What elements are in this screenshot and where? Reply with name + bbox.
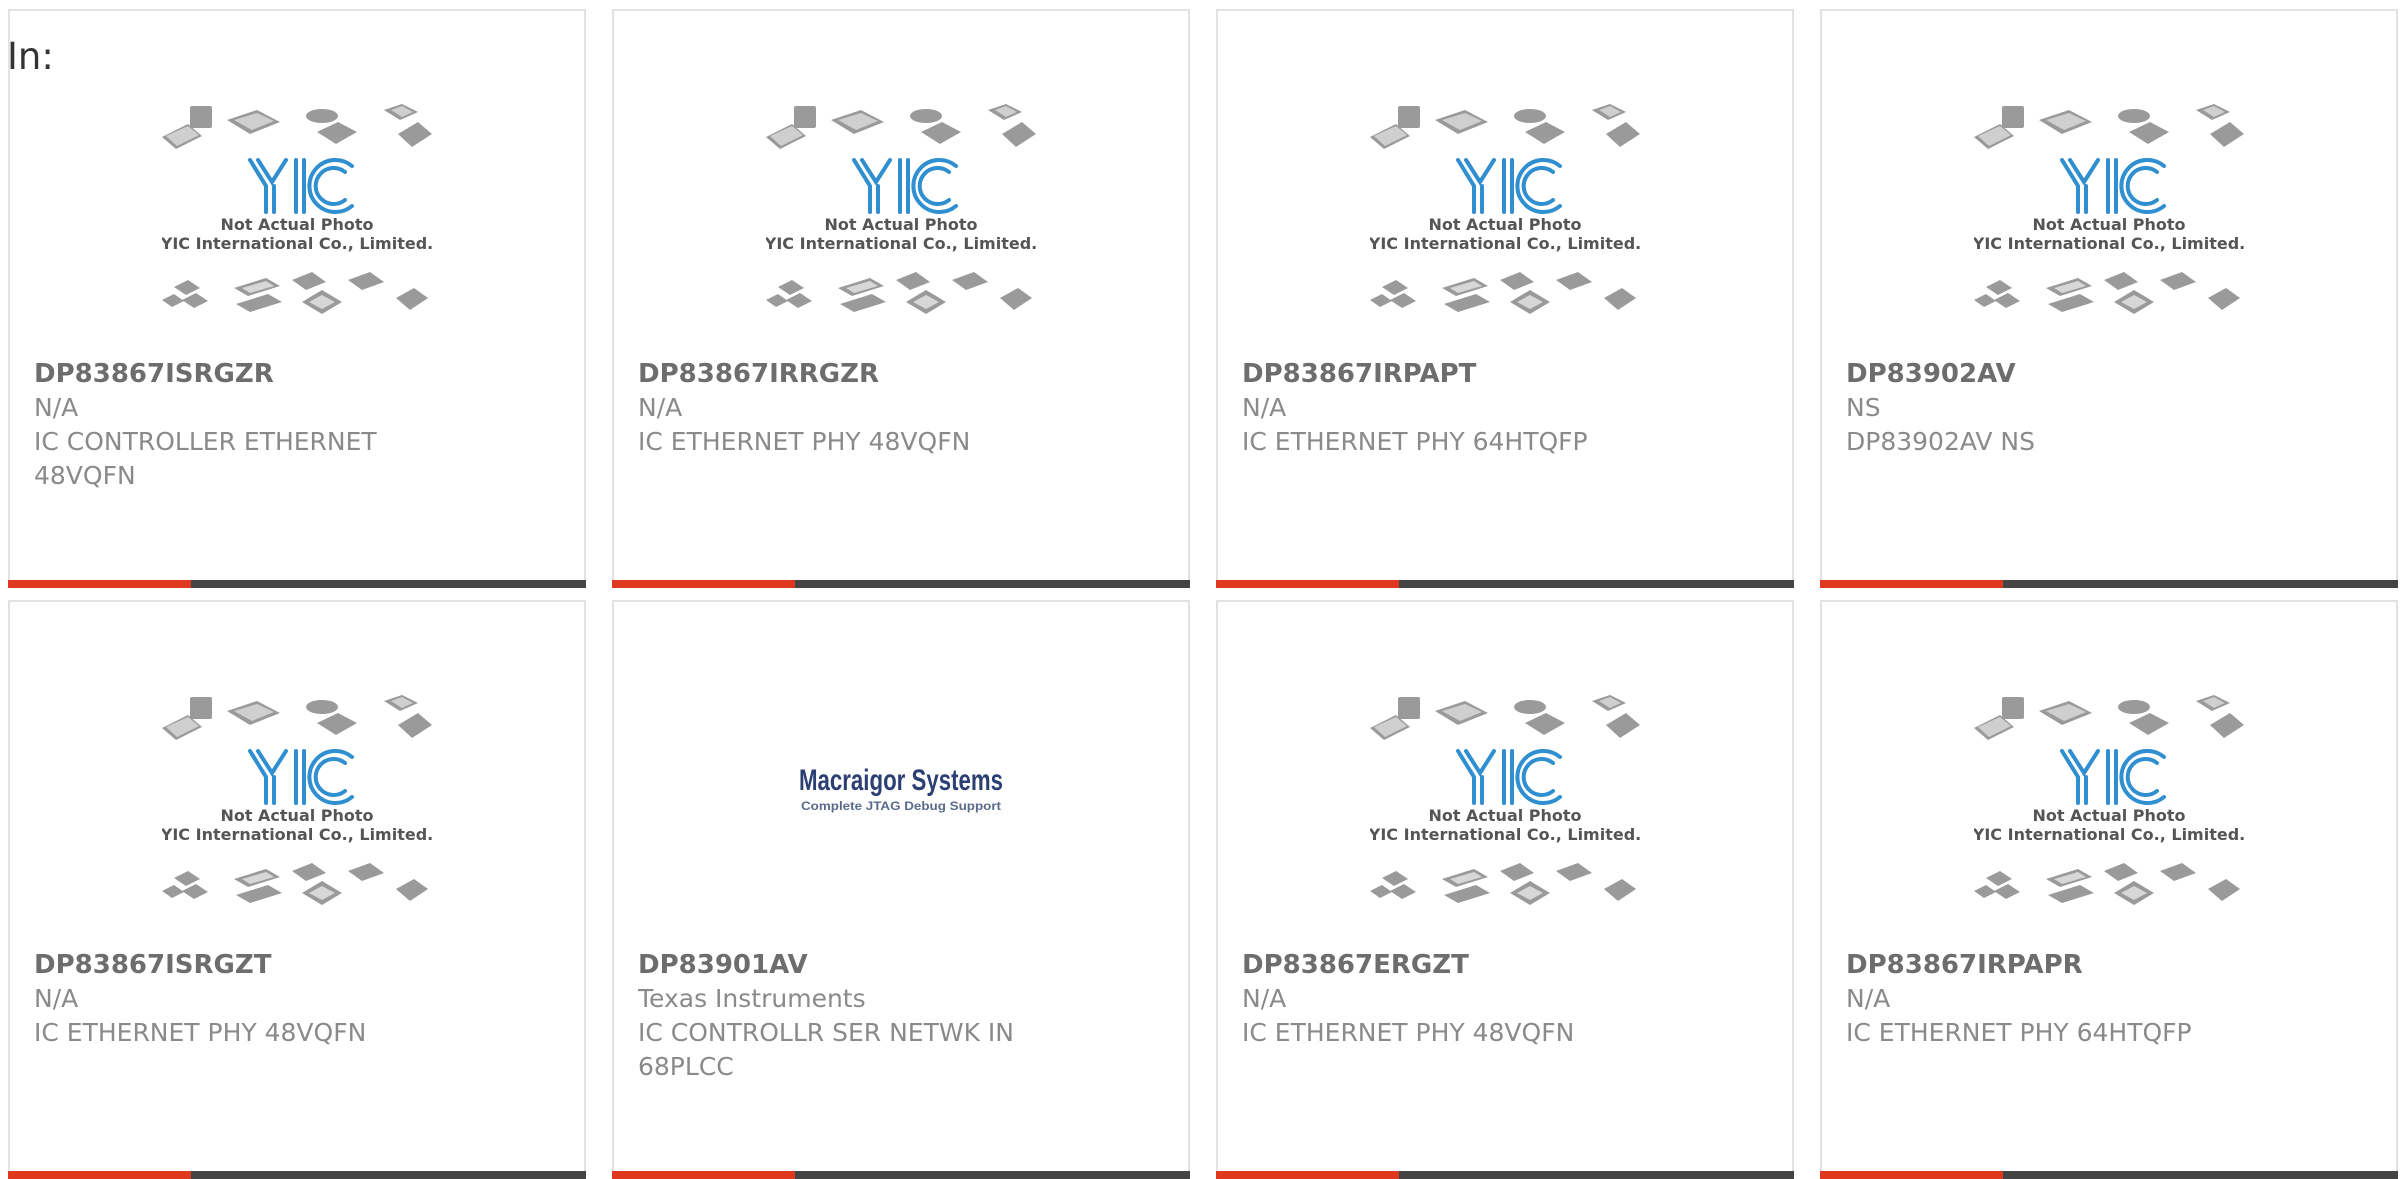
product-description: DP83902AV NS — [1846, 427, 2035, 456]
placeholder-caption-line2: YIC International Co., Limited. — [1974, 234, 2244, 253]
card-footer-bar — [1820, 1171, 2398, 1179]
card-footer-accent — [1216, 580, 1399, 588]
in-label: In: — [7, 35, 54, 78]
card-footer-bar — [8, 580, 586, 588]
product-placeholder-image: Not Actual Photo YIC International Co., … — [162, 104, 432, 314]
product-info: DP83901AV Texas Instruments IC CONTROLLR S… — [638, 948, 1164, 1084]
card-footer-accent — [612, 1171, 795, 1179]
product-part-number[interactable]: DP83867ISRGZR — [34, 357, 560, 391]
product-part-number[interactable]: DP83867ISRGZT — [34, 948, 560, 982]
product-card[interactable]: Not Actual Photo YIC International Co., … — [1216, 600, 1794, 1179]
card-footer-bar — [612, 580, 1190, 588]
macraigor-title: Macraigor Systems — [799, 764, 1003, 797]
product-description: IC CONTROLLER ETHERNET 48VQFN — [34, 427, 377, 490]
card-footer-accent — [8, 580, 191, 588]
card-footer-bar — [1820, 580, 2398, 588]
placeholder-caption-line1: Not Actual Photo — [220, 215, 373, 234]
product-manufacturer: NS — [1846, 393, 1881, 422]
product-card[interactable]: Not Actual Photo YIC International Co., … — [1216, 9, 1794, 588]
card-footer-bar — [612, 1171, 1190, 1179]
card-footer-bar — [1216, 580, 1794, 588]
product-info: DP83867IRPAPR N/A IC ETHERNET PHY 64HTQFP — [1846, 948, 2372, 1050]
product-placeholder-image: Not Actual Photo YIC International Co., … — [766, 104, 1036, 314]
product-description: IC ETHERNET PHY 48VQFN — [34, 1018, 367, 1047]
product-manufacturer: N/A — [34, 393, 79, 422]
product-placeholder-image: Not Actual Photo YIC International Co., … — [162, 695, 432, 905]
product-manufacturer: N/A — [34, 984, 79, 1013]
product-image[interactable]: Macraigor Systems Complete JTAG Debug Su… — [614, 662, 1188, 917]
product-placeholder-image: Not Actual Photo YIC International Co., … — [1974, 104, 2244, 314]
product-description: IC ETHERNET PHY 48VQFN — [1242, 1018, 1575, 1047]
product-info: DP83867ERGZT N/A IC ETHERNET PHY 48VQFN — [1242, 948, 1768, 1050]
product-card[interactable]: Macraigor Systems Complete JTAG Debug Su… — [612, 600, 1190, 1179]
product-manufacturer: N/A — [1242, 393, 1287, 422]
product-info: DP83867IRRGZR N/A IC ETHERNET PHY 48VQFN — [638, 357, 1164, 459]
product-part-number[interactable]: DP83867IRPAPR — [1846, 948, 2372, 982]
placeholder-caption-line1: Not Actual Photo — [1428, 215, 1581, 234]
product-description: IC ETHERNET PHY 64HTQFP — [1242, 427, 1588, 456]
macraigor-logo: Macraigor Systems Complete JTAG Debug Su… — [799, 764, 1003, 813]
product-part-number[interactable]: DP83867ERGZT — [1242, 948, 1768, 982]
product-part-number[interactable]: DP83867IRRGZR — [638, 357, 1164, 391]
placeholder-caption-line2: YIC International Co., Limited. — [1370, 825, 1640, 844]
card-footer-accent — [1820, 580, 2003, 588]
placeholder-caption-line2: YIC International Co., Limited. — [1370, 234, 1640, 253]
product-image[interactable]: Not Actual Photo YIC International Co., … — [1218, 688, 1792, 943]
card-footer-bar — [1216, 1171, 1794, 1179]
product-info: DP83867IRPAPT N/A IC ETHERNET PHY 64HTQFP — [1242, 357, 1768, 459]
product-info: DP83867ISRGZR N/A IC CONTROLLER ETHERNET 4… — [34, 357, 560, 493]
placeholder-caption-line1: Not Actual Photo — [824, 215, 977, 234]
macraigor-tagline: Complete JTAG Debug Support — [801, 799, 1001, 813]
product-card[interactable]: Not Actual Photo YIC International Co., … — [612, 9, 1190, 588]
product-manufacturer: N/A — [638, 393, 683, 422]
placeholder-caption-line2: YIC International Co., Limited. — [162, 825, 432, 844]
product-manufacturer: N/A — [1846, 984, 1891, 1013]
product-manufacturer: N/A — [1242, 984, 1287, 1013]
placeholder-caption-line1: Not Actual Photo — [1428, 806, 1581, 825]
product-image[interactable]: Not Actual Photo YIC International Co., … — [1822, 97, 2396, 352]
product-info: DP83902AV NS DP83902AV NS — [1846, 357, 2372, 459]
product-placeholder-image: Not Actual Photo YIC International Co., … — [1370, 695, 1640, 905]
product-description: IC ETHERNET PHY 48VQFN — [638, 427, 971, 456]
placeholder-caption-line1: Not Actual Photo — [2032, 215, 2185, 234]
placeholder-caption-line2: YIC International Co., Limited. — [162, 234, 432, 253]
product-description: IC CONTROLLR SER NETWK IN 68PLCC — [638, 1018, 1014, 1081]
product-part-number[interactable]: DP83901AV — [638, 948, 1164, 982]
product-card[interactable]: Not Actual Photo YIC International Co., … — [8, 600, 586, 1179]
card-footer-accent — [1216, 1171, 1399, 1179]
product-image[interactable]: Not Actual Photo YIC International Co., … — [10, 97, 584, 352]
product-card[interactable]: Not Actual Photo YIC International Co., … — [1820, 600, 2398, 1179]
placeholder-caption-line2: YIC International Co., Limited. — [1974, 825, 2244, 844]
product-placeholder-image: Not Actual Photo YIC International Co., … — [1370, 104, 1640, 314]
product-image[interactable]: Not Actual Photo YIC International Co., … — [614, 97, 1188, 352]
placeholder-caption-line1: Not Actual Photo — [2032, 806, 2185, 825]
card-footer-accent — [612, 580, 795, 588]
placeholder-caption-line1: Not Actual Photo — [220, 806, 373, 825]
card-footer-accent — [1820, 1171, 2003, 1179]
product-placeholder-image: Not Actual Photo YIC International Co., … — [1974, 695, 2244, 905]
product-manufacturer: Texas Instruments — [638, 984, 866, 1013]
card-footer-bar — [8, 1171, 586, 1179]
product-image[interactable]: Not Actual Photo YIC International Co., … — [1218, 97, 1792, 352]
product-info: DP83867ISRGZT N/A IC ETHERNET PHY 48VQFN — [34, 948, 560, 1050]
product-card[interactable]: Not Actual Photo YIC International Co., … — [8, 9, 586, 588]
product-image[interactable]: Not Actual Photo YIC International Co., … — [1822, 688, 2396, 943]
product-image[interactable]: Not Actual Photo YIC International Co., … — [10, 688, 584, 943]
card-footer-accent — [8, 1171, 191, 1179]
product-part-number[interactable]: DP83867IRPAPT — [1242, 357, 1768, 391]
placeholder-caption-line2: YIC International Co., Limited. — [766, 234, 1036, 253]
product-description: IC ETHERNET PHY 64HTQFP — [1846, 1018, 2192, 1047]
product-part-number[interactable]: DP83902AV — [1846, 357, 2372, 391]
product-card[interactable]: Not Actual Photo YIC International Co., … — [1820, 9, 2398, 588]
